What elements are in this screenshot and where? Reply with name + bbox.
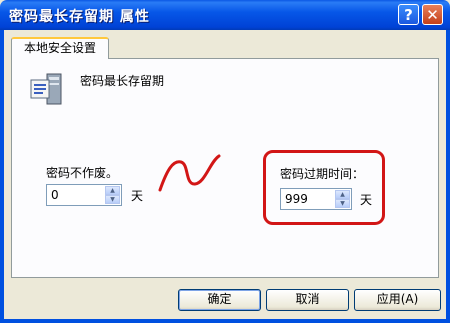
expire-after-label: 密码过期时间： xyxy=(280,167,365,181)
policy-name: 密码最长存留期 xyxy=(80,74,165,88)
never-expire-spinner[interactable]: 0 ▲ ▼ xyxy=(46,184,122,206)
expire-after-spinner[interactable]: 999 ▲ ▼ xyxy=(280,188,352,210)
never-expire-unit: 天 xyxy=(131,189,144,203)
policy-server-icon xyxy=(30,73,62,105)
apply-button[interactable]: 应用(A) xyxy=(354,289,441,311)
spin-down-icon[interactable]: ▼ xyxy=(335,199,350,208)
red-squiggle-annotation xyxy=(158,154,221,192)
ok-button[interactable]: 确定 xyxy=(178,289,261,311)
cancel-button[interactable]: 取消 xyxy=(266,289,349,311)
help-button[interactable]: ? xyxy=(398,4,419,25)
spin-down-icon[interactable]: ▼ xyxy=(105,195,120,204)
tab-local-security-setting[interactable]: 本地安全设置 xyxy=(11,37,109,59)
never-expire-label: 密码不作废。 xyxy=(46,166,119,180)
spin-up-icon[interactable]: ▲ xyxy=(105,186,120,195)
window-title: 密码最长存留期 属性 xyxy=(9,9,150,25)
never-expire-value[interactable]: 0 xyxy=(51,188,59,202)
expire-after-unit: 天 xyxy=(360,193,373,207)
close-button[interactable]: ✕ xyxy=(422,4,443,25)
expire-after-value[interactable]: 999 xyxy=(285,192,308,206)
spin-up-icon[interactable]: ▲ xyxy=(335,190,350,199)
title-bar[interactable]: 密码最长存留期 属性 ? ✕ xyxy=(0,0,450,30)
